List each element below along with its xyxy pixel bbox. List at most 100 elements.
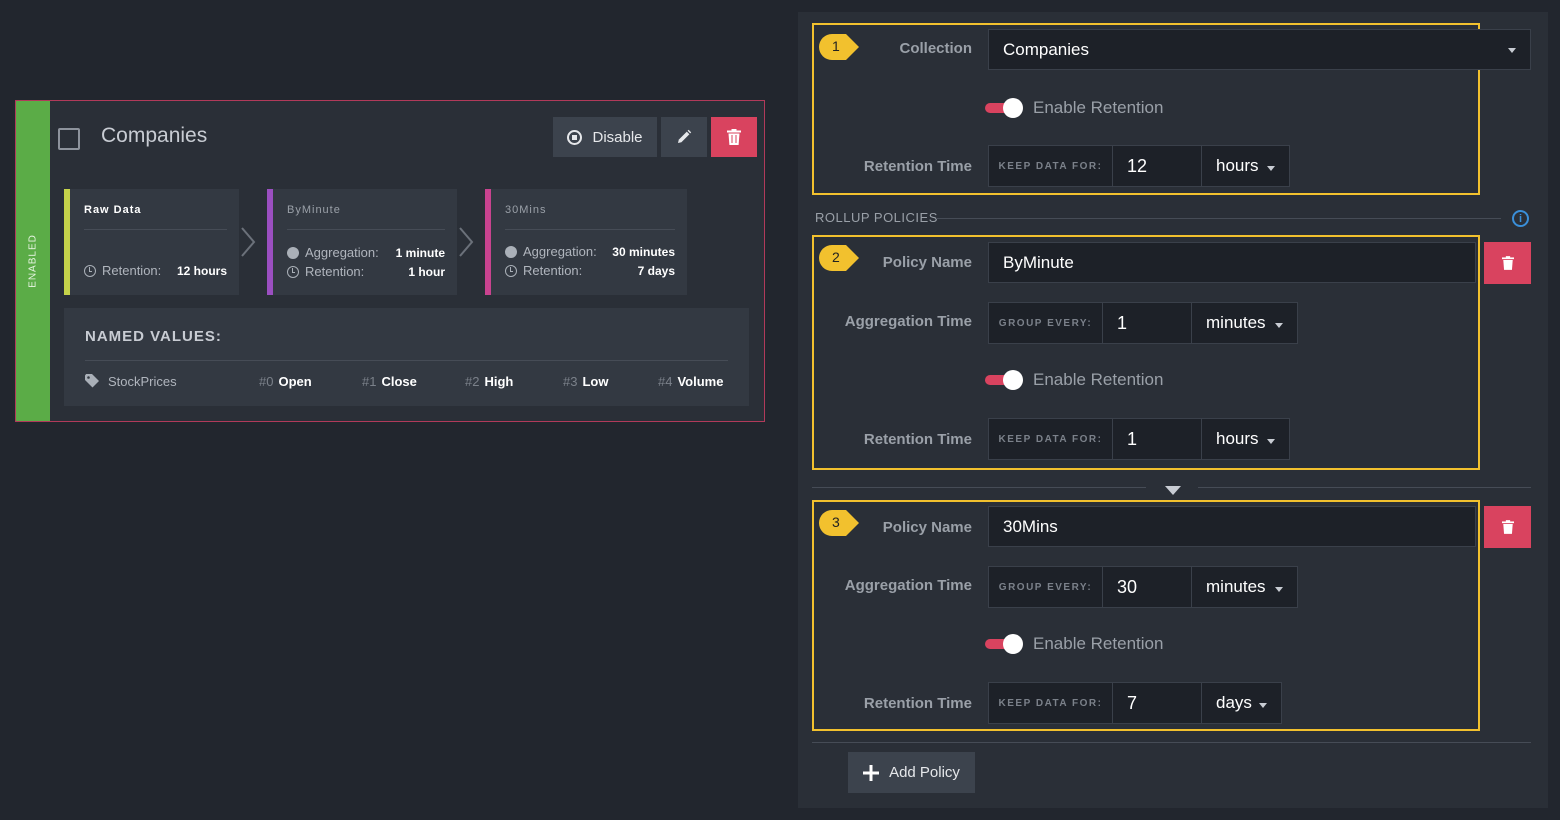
disable-button[interactable]: Disable — [553, 117, 657, 157]
stage-name: Raw Data — [84, 204, 142, 216]
stage-retention-row: Retention: 7 days — [505, 263, 675, 278]
aggregation-time-label: Aggregation Time — [844, 577, 972, 594]
trash-icon — [727, 129, 741, 145]
edit-button[interactable] — [661, 117, 707, 157]
caret-down-icon — [1508, 48, 1516, 53]
enabled-status-strip: ENABLED — [16, 101, 50, 421]
aggregation-time-input[interactable]: 30 — [1103, 566, 1192, 608]
stage-byminute: ByMinute Aggregation: 1 minute Retention… — [267, 189, 457, 295]
policy-name-label: Policy Name — [882, 254, 972, 271]
collection-label: Collection — [899, 40, 972, 57]
retention-time-group: KEEP DATA FOR: 12 hours — [988, 145, 1290, 187]
collection-select-value: Companies — [1003, 39, 1089, 59]
stage-raw-data: Raw Data Retention: 12 hours — [64, 189, 239, 295]
add-policy-button[interactable]: Add Policy — [848, 752, 975, 793]
named-values-row: StockPrices #0 Open #1 Close #2 High #3 Low … — [85, 372, 728, 392]
named-values-box: NAMED VALUES: StockPrices #0 Open #1 Close… — [64, 308, 749, 406]
stop-circle-icon — [567, 129, 583, 145]
step-badge-2-number: 2 — [832, 249, 840, 265]
aggregation-label: Aggregation: — [305, 245, 379, 260]
retention-label: Retention: — [305, 264, 365, 279]
clock-icon — [84, 264, 96, 277]
named-value-item: #3 Low — [563, 374, 609, 389]
named-values-heading: NAMED VALUES: — [85, 328, 222, 345]
card-title: Companies — [101, 124, 208, 147]
tag-name: StockPrices — [108, 374, 177, 389]
retention-time-label: Retention Time — [863, 695, 972, 712]
rollup-settings-panel: 1 Collection Companies Enable Retention … — [798, 12, 1548, 808]
retention-time-input[interactable]: 1 — [1113, 418, 1202, 460]
retention-label: Retention: — [102, 263, 162, 278]
retention-time-input[interactable]: 7 — [1113, 682, 1202, 724]
stage-color-bar — [267, 189, 273, 295]
trash-icon — [1501, 256, 1514, 270]
retention-unit-select[interactable]: hours — [1202, 418, 1290, 460]
delete-policy-button[interactable] — [1484, 506, 1531, 548]
card-header: Companies Disable — [50, 101, 764, 173]
chevron-right-icon — [241, 227, 256, 257]
retention-time-label: Retention Time — [863, 158, 972, 175]
enable-retention-label: Enable Retention — [1033, 634, 1164, 653]
chevron-right-icon — [459, 227, 474, 257]
aggregation-time-group: GROUP EVERY: 30 minutes — [988, 566, 1298, 608]
retention-value: 1 hour — [408, 264, 445, 279]
retention-value: 12 hours — [176, 263, 227, 278]
enable-retention-label: Enable Retention — [1033, 98, 1164, 117]
disable-button-label: Disable — [592, 128, 643, 146]
retention-value: 7 days — [637, 263, 675, 278]
retention-time-input[interactable]: 12 — [1113, 145, 1202, 187]
named-value-item: #0 Open — [259, 374, 312, 389]
delete-collection-button[interactable] — [711, 117, 757, 157]
retention-time-group: KEEP DATA FOR: 7 days — [988, 682, 1282, 724]
clock-icon — [505, 264, 517, 277]
keep-data-for-addon: KEEP DATA FOR: — [988, 145, 1113, 187]
policy-name-input[interactable]: ByMinute — [988, 242, 1476, 283]
select-checkbox[interactable] — [58, 128, 80, 150]
tag-icon — [85, 373, 99, 388]
retention-time-label: Retention Time — [863, 431, 972, 448]
aggregation-time-input[interactable]: 1 — [1103, 302, 1192, 344]
circle-icon — [505, 245, 517, 258]
retention-time-group: KEEP DATA FOR: 1 hours — [988, 418, 1290, 460]
arrow-down-icon — [1165, 486, 1181, 495]
collection-card: ENABLED Companies Disable Raw Data Reten… — [15, 100, 765, 422]
aggregation-unit-select[interactable]: minutes — [1192, 566, 1298, 608]
policy-name-input[interactable]: 30Mins — [988, 506, 1476, 547]
tag-item: StockPrices — [85, 373, 177, 389]
enable-retention-toggle[interactable] — [985, 370, 1023, 390]
stage-color-bar — [64, 189, 70, 295]
retention-label: Retention: — [523, 263, 583, 278]
step-badge-3-number: 3 — [832, 514, 840, 530]
keep-data-for-addon: KEEP DATA FOR: — [988, 418, 1113, 460]
aggregation-time-label: Aggregation Time — [844, 313, 972, 330]
rollup-policies-title: ROLLUP POLICIES — [815, 210, 938, 225]
stage-name: 30Mins — [505, 204, 547, 216]
collection-select[interactable]: Companies — [988, 29, 1531, 70]
caret-down-icon — [1275, 323, 1283, 328]
aggregation-value: 30 minutes — [612, 244, 675, 259]
pencil-icon — [678, 129, 692, 143]
stage-30mins: 30Mins Aggregation: 30 minutes Retention… — [485, 189, 687, 295]
retention-unit-select[interactable]: hours — [1202, 145, 1290, 187]
retention-unit-select[interactable]: days — [1202, 682, 1282, 724]
caret-down-icon — [1267, 166, 1275, 171]
circle-icon — [287, 246, 299, 259]
stage-retention-row: Retention: 12 hours — [84, 263, 227, 278]
clock-icon — [287, 265, 299, 278]
group-every-addon: GROUP EVERY: — [988, 302, 1103, 344]
stage-color-bar — [485, 189, 491, 295]
aggregation-label: Aggregation: — [523, 244, 597, 259]
trash-icon — [1501, 520, 1514, 534]
enabled-status-label: ENABLED — [27, 234, 39, 288]
stage-aggregation-row: Aggregation: 1 minute — [287, 245, 445, 260]
enable-retention-toggle[interactable] — [985, 98, 1023, 118]
group-every-addon: GROUP EVERY: — [988, 566, 1103, 608]
info-icon[interactable]: i — [1512, 210, 1529, 227]
delete-policy-button[interactable] — [1484, 242, 1531, 284]
policy-name-label: Policy Name — [882, 519, 972, 536]
enable-retention-toggle[interactable] — [985, 634, 1023, 654]
aggregation-unit-select[interactable]: minutes — [1192, 302, 1298, 344]
plus-icon — [863, 764, 880, 781]
caret-down-icon — [1259, 703, 1267, 708]
named-value-item: #1 Close — [362, 374, 417, 389]
